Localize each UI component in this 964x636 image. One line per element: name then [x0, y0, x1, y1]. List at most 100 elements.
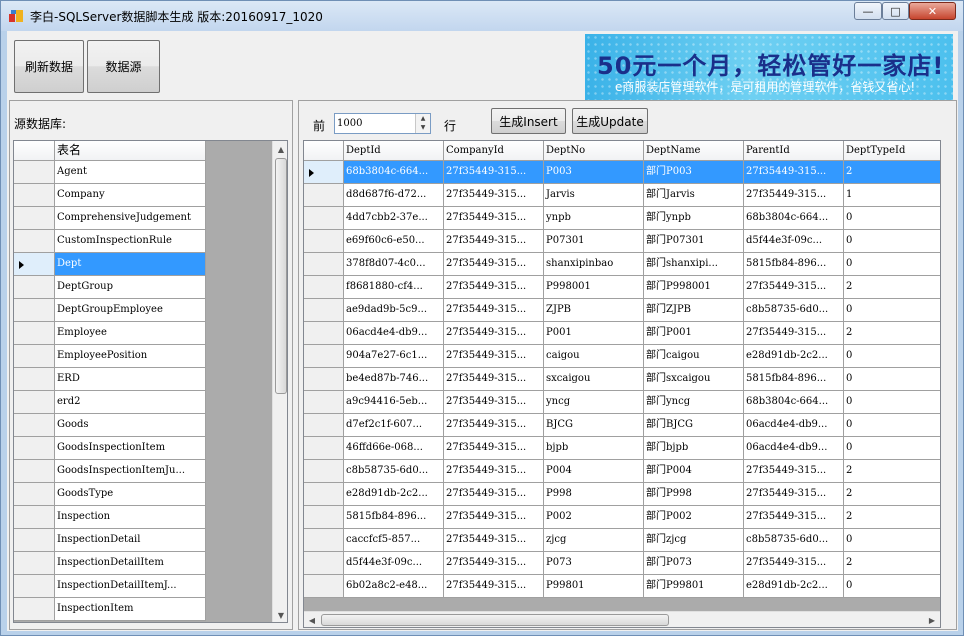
table-list-row[interactable]: Employee	[14, 322, 287, 345]
row-header[interactable]	[304, 483, 344, 506]
data-row[interactable]: caccfcf5-857... 27f35449-315... zjcg 部门zjcg…	[304, 529, 940, 552]
table-name-cell[interactable]: ComprehensiveJudgement	[55, 207, 206, 230]
data-cell-deptno[interactable]: yncg	[544, 391, 644, 414]
data-cell-deptno[interactable]: P07301	[544, 230, 644, 253]
data-cell-deptid[interactable]: 5815fb84-896...	[344, 506, 444, 529]
data-cell-deptid[interactable]: 4dd7cbb2-37e...	[344, 207, 444, 230]
data-cell-deptname[interactable]: 部门P07301	[644, 230, 744, 253]
data-cell-deptid[interactable]: 904a7e27-6c1...	[344, 345, 444, 368]
data-cell-parentid[interactable]: 27f35449-315...	[744, 184, 844, 207]
table-list-row[interactable]: Goods	[14, 414, 287, 437]
data-cell-deptid[interactable]: e69f60c6-e50...	[344, 230, 444, 253]
data-cell-parentid[interactable]: e28d91db-2c2...	[744, 575, 844, 598]
row-header[interactable]	[304, 207, 344, 230]
row-header[interactable]	[14, 460, 55, 483]
table-list-row[interactable]: Company	[14, 184, 287, 207]
data-cell-deptid[interactable]: 68b3804c-664...	[344, 161, 444, 184]
data-row[interactable]: ae9dad9b-5c9... 27f35449-315... ZJPB 部门ZJPB…	[304, 299, 940, 322]
data-cell-companyid[interactable]: 27f35449-315...	[444, 230, 544, 253]
data-grid[interactable]: DeptId CompanyId DeptNo DeptName ParentId Dep…	[303, 140, 941, 628]
data-cell-companyid[interactable]: 27f35449-315...	[444, 299, 544, 322]
data-cell-deptname[interactable]: 部门sxcaigou	[644, 368, 744, 391]
row-header[interactable]	[304, 161, 344, 184]
table-name-cell[interactable]: Inspection	[55, 506, 206, 529]
row-header[interactable]	[14, 391, 55, 414]
data-cell-companyid[interactable]: 27f35449-315...	[444, 184, 544, 207]
table-list-row[interactable]: EmployeePosition	[14, 345, 287, 368]
data-cell-deptno[interactable]: Jarvis	[544, 184, 644, 207]
row-header[interactable]	[304, 368, 344, 391]
data-cell-deptno[interactable]: zjcg	[544, 529, 644, 552]
row-header[interactable]	[304, 299, 344, 322]
row-header[interactable]	[304, 276, 344, 299]
data-row[interactable]: 46ffd66e-068... 27f35449-315... bjpb 部门bjpb…	[304, 437, 940, 460]
table-name-cell[interactable]: Company	[55, 184, 206, 207]
data-cell-parentid[interactable]: 5815fb84-896...	[744, 368, 844, 391]
row-header[interactable]	[14, 184, 55, 207]
table-list-row[interactable]: InspectionDetailItem	[14, 552, 287, 575]
column-header-companyid[interactable]: CompanyId	[444, 141, 544, 161]
data-cell-parentid[interactable]: 27f35449-315...	[744, 483, 844, 506]
table-name-cell[interactable]: Employee	[55, 322, 206, 345]
table-list-row[interactable]: GoodsInspectionItemJu...	[14, 460, 287, 483]
row-header[interactable]	[14, 598, 55, 621]
data-cell-depttypeid[interactable]: 0	[844, 437, 940, 460]
data-cell-parentid[interactable]: c8b58735-6d0...	[744, 529, 844, 552]
column-header-deptno[interactable]: DeptNo	[544, 141, 644, 161]
data-cell-deptname[interactable]: 部门P004	[644, 460, 744, 483]
row-header[interactable]	[14, 575, 55, 598]
spin-down-icon[interactable]: ▼	[416, 123, 430, 132]
data-cell-deptno[interactable]: P003	[544, 161, 644, 184]
data-horizontal-scrollbar[interactable]: ◀ ▶	[304, 611, 940, 627]
table-list-row[interactable]: Agent	[14, 161, 287, 184]
data-cell-deptno[interactable]: ynpb	[544, 207, 644, 230]
table-list-row[interactable]: GoodsInspectionItem	[14, 437, 287, 460]
data-cell-deptid[interactable]: a9c94416-5eb...	[344, 391, 444, 414]
data-cell-deptid[interactable]: e28d91db-2c2...	[344, 483, 444, 506]
data-cell-parentid[interactable]: 68b3804c-664...	[744, 391, 844, 414]
data-cell-deptname[interactable]: 部门P99801	[644, 575, 744, 598]
row-header[interactable]	[304, 552, 344, 575]
data-cell-depttypeid[interactable]: 0	[844, 368, 940, 391]
row-header[interactable]	[14, 414, 55, 437]
column-header-deptname[interactable]: DeptName	[644, 141, 744, 161]
data-cell-deptname[interactable]: 部门P998	[644, 483, 744, 506]
data-cell-deptno[interactable]: P004	[544, 460, 644, 483]
data-cell-deptid[interactable]: 378f8d07-4c0...	[344, 253, 444, 276]
data-cell-depttypeid[interactable]: 2	[844, 552, 940, 575]
table-list-row[interactable]: ComprehensiveJudgement	[14, 207, 287, 230]
data-cell-depttypeid[interactable]: 2	[844, 322, 940, 345]
data-cell-companyid[interactable]: 27f35449-315...	[444, 506, 544, 529]
table-list-row[interactable]: DeptGroupEmployee	[14, 299, 287, 322]
data-cell-deptno[interactable]: BJCG	[544, 414, 644, 437]
row-header[interactable]	[304, 345, 344, 368]
data-cell-companyid[interactable]: 27f35449-315...	[444, 437, 544, 460]
row-header[interactable]	[304, 230, 344, 253]
row-header[interactable]	[14, 322, 55, 345]
data-cell-deptid[interactable]: f8681880-cf4...	[344, 276, 444, 299]
table-list-row[interactable]: InspectionDetailItemJ...	[14, 575, 287, 598]
data-cell-parentid[interactable]: 27f35449-315...	[744, 322, 844, 345]
minimize-button[interactable]: —	[854, 2, 882, 20]
table-list-row[interactable]: erd2	[14, 391, 287, 414]
data-cell-companyid[interactable]: 27f35449-315...	[444, 368, 544, 391]
data-cell-companyid[interactable]: 27f35449-315...	[444, 345, 544, 368]
table-name-cell[interactable]: EmployeePosition	[55, 345, 206, 368]
row-header[interactable]	[14, 483, 55, 506]
data-row[interactable]: a9c94416-5eb... 27f35449-315... yncg 部门yncg…	[304, 391, 940, 414]
data-cell-depttypeid[interactable]: 0	[844, 575, 940, 598]
data-cell-deptname[interactable]: 部门P998001	[644, 276, 744, 299]
data-cell-parentid[interactable]: e28d91db-2c2...	[744, 345, 844, 368]
row-header[interactable]	[14, 345, 55, 368]
data-cell-parentid[interactable]: 27f35449-315...	[744, 552, 844, 575]
data-cell-parentid[interactable]: 06acd4e4-db9...	[744, 437, 844, 460]
data-cell-parentid[interactable]: 5815fb84-896...	[744, 253, 844, 276]
data-row[interactable]: 6b02a8c2-e48... 27f35449-315... P99801 部门P9…	[304, 575, 940, 598]
data-cell-depttypeid[interactable]: 2	[844, 483, 940, 506]
row-header[interactable]	[304, 253, 344, 276]
data-cell-deptname[interactable]: 部门BJCG	[644, 414, 744, 437]
data-cell-deptname[interactable]: 部门P073	[644, 552, 744, 575]
data-cell-parentid[interactable]: d5f44e3f-09c...	[744, 230, 844, 253]
row-header[interactable]	[304, 529, 344, 552]
data-cell-deptname[interactable]: 部门bjpb	[644, 437, 744, 460]
